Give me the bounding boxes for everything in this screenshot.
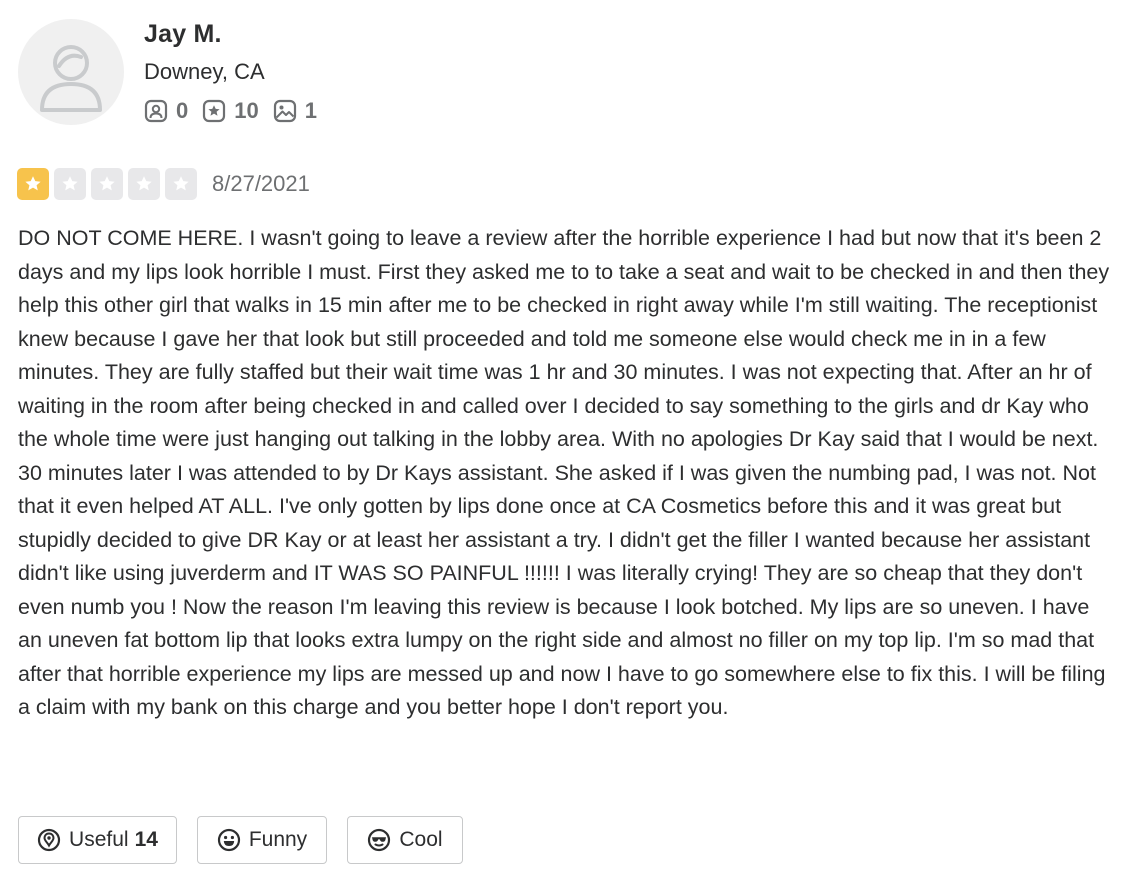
star-empty [54,168,86,200]
star-empty [128,168,160,200]
cool-label: Cool [399,828,443,851]
review-star-icon [203,99,226,123]
avatar[interactable] [18,19,124,125]
useful-label: Useful [69,828,129,851]
friends-count: 0 [144,98,188,124]
star-filled [17,168,49,200]
star-icon [173,176,189,191]
star-empty [165,168,197,200]
funny-button[interactable]: Funny [197,816,327,864]
friends-icon [144,99,168,123]
reviews-count-value: 10 [234,98,259,123]
smiley-icon [217,828,240,852]
useful-count: 14 [134,828,158,851]
reviews-count: 10 [202,98,259,124]
star-icon [25,176,41,191]
star-empty [91,168,123,200]
star-icon [62,176,78,191]
user-name[interactable]: Jay M. [144,20,222,49]
star-icon [136,176,152,191]
review-text: DO NOT COME HERE. I wasn't going to leav… [18,226,1110,719]
photos-count: 1 [273,98,317,124]
user-location: Downey, CA [144,59,265,84]
star-rating [17,168,202,200]
sunglasses-icon [368,828,391,852]
review-date: 8/27/2021 [212,171,310,196]
useful-button[interactable]: Useful 14 [18,816,177,864]
default-user-avatar-icon [40,45,102,112]
cool-button[interactable]: Cool [347,816,463,864]
photo-icon [273,99,296,123]
friends-count-value: 0 [176,98,189,123]
user-stats: 0 10 1 [144,98,331,124]
star-icon [99,176,115,191]
reaction-buttons: Useful 14 Funny Cool [18,816,483,864]
photos-count-value: 1 [304,98,317,123]
lightbulb-icon [37,828,61,852]
funny-label: Funny [248,828,308,851]
review-rating-row: 8/27/2021 [17,168,310,200]
